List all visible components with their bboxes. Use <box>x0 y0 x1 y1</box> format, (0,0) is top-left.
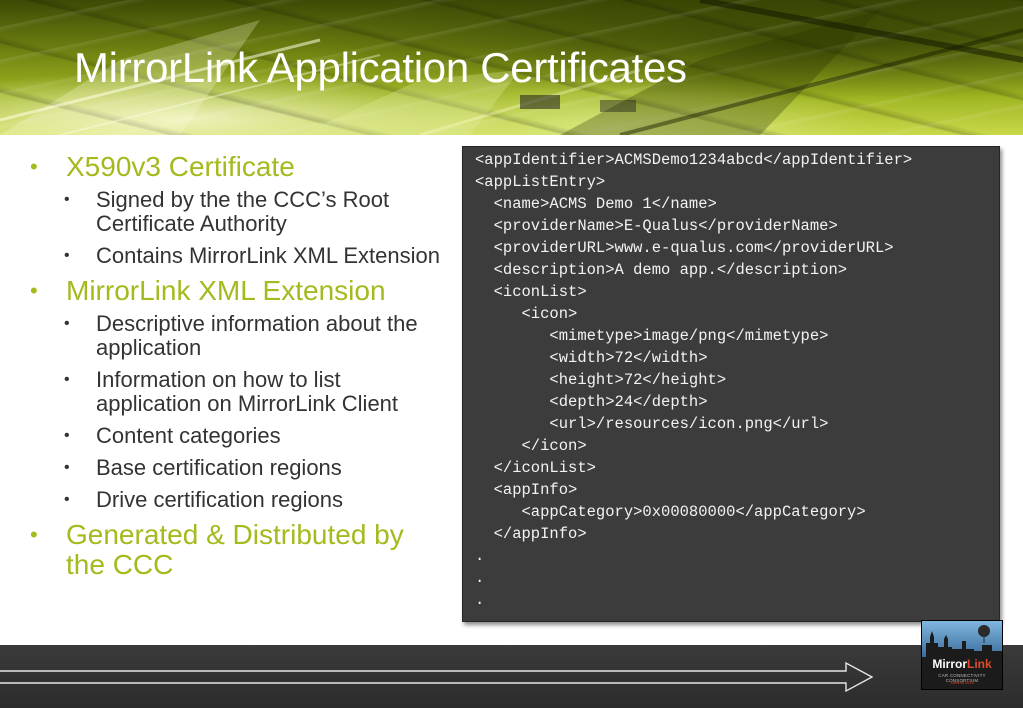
bullet-generated: • Generated & Distributed by the CCC <box>28 520 448 580</box>
sub-bullet-text: Signed by the the CCC’s Root Certificate… <box>96 187 390 236</box>
header-banner: MirrorLink Application Certificates <box>0 0 1023 135</box>
sub-bullet: • Base certification regions <box>28 456 448 480</box>
code-line: <iconList> <box>475 283 587 301</box>
sub-bullet-text: Drive certification regions <box>96 487 343 512</box>
bullet-text: MirrorLink XML Extension <box>66 275 386 306</box>
bullet-x590v3: • X590v3 Certificate <box>28 152 448 182</box>
code-line: <depth>24</depth> <box>475 393 708 411</box>
code-line: <mimetype>image/png</mimetype> <box>475 327 829 345</box>
sub-bullet-text: Contains MirrorLink XML Extension <box>96 243 440 268</box>
code-line: <appInfo> <box>475 481 578 499</box>
bullet-text: X590v3 Certificate <box>66 151 295 182</box>
code-line: </appInfo> <box>475 525 587 543</box>
sub-bullet-dot: • <box>64 315 70 332</box>
code-line: <providerURL>www.e-qualus.com</providerU… <box>475 239 894 257</box>
code-line: <url>/resources/icon.png</url> <box>475 415 829 433</box>
arrow-icon <box>0 661 874 693</box>
sub-bullet: • Drive certification regions <box>28 488 448 512</box>
skyline-icon <box>926 625 1002 657</box>
code-line: <appCategory>0x00080000</appCategory> <box>475 503 866 521</box>
sub-bullet-text: Content categories <box>96 423 281 448</box>
sub-bullet: • Contains MirrorLink XML Extension <box>28 244 448 268</box>
bullet-dot: • <box>30 154 38 179</box>
code-line: <height>72</height> <box>475 371 727 389</box>
sub-bullet-dot: • <box>64 191 70 208</box>
sub-bullet-dot: • <box>64 247 70 264</box>
logo-event: Summit 2013 <box>950 680 974 685</box>
bullet-list: • X590v3 Certificate • Signed by the the… <box>28 152 448 586</box>
code-line: . <box>475 569 485 587</box>
logo-wordmark: MirrorLink <box>922 657 1002 671</box>
sub-bullet: • Signed by the the CCC’s Root Certifica… <box>28 188 448 236</box>
sub-bullet: • Information on how to list application… <box>28 368 448 416</box>
bullet-text: Generated & Distributed by the CCC <box>66 519 404 580</box>
mirrorlink-logo: MirrorLink CAR CONNECTIVITY CONSORTIUM S… <box>921 620 1003 690</box>
footer-bar <box>0 645 1023 708</box>
code-line: <description>A demo app.</description> <box>475 261 848 279</box>
sub-bullet-dot: • <box>64 427 70 444</box>
logo-text-link: Link <box>967 657 992 671</box>
sub-bullet-text: Base certification regions <box>96 455 342 480</box>
code-line: <providerName>E-Qualus</providerName> <box>475 217 838 235</box>
sub-bullet-text: Information on how to list application o… <box>96 367 399 416</box>
xml-code-panel: <appIdentifier>ACMSDemo1234abcd</appIden… <box>462 146 1000 622</box>
code-line: <appIdentifier>ACMSDemo1234abcd</appIden… <box>475 151 913 169</box>
code-line: <name>ACMS Demo 1</name> <box>475 195 717 213</box>
bullet-dot: • <box>30 278 38 303</box>
sub-bullet-dot: • <box>64 371 70 388</box>
code-line: <icon> <box>475 305 578 323</box>
code-line: </iconList> <box>475 459 596 477</box>
slide-title: MirrorLink Application Certificates <box>74 44 687 91</box>
logo-text-mirror: Mirror <box>932 657 967 671</box>
sub-bullet: • Content categories <box>28 424 448 448</box>
code-line: </icon> <box>475 437 587 455</box>
sub-bullet: • Descriptive information about the appl… <box>28 312 448 360</box>
code-line: <appListEntry> <box>475 173 606 191</box>
code-line: <width>72</width> <box>475 349 708 367</box>
sub-bullet-dot: • <box>64 459 70 476</box>
code-line: . <box>475 591 485 609</box>
sub-bullet-text: Descriptive information about the applic… <box>96 311 418 360</box>
bullet-xml-extension: • MirrorLink XML Extension <box>28 276 448 306</box>
logo-skyline <box>922 621 1002 657</box>
sub-bullet-dot: • <box>64 491 70 508</box>
bullet-dot: • <box>30 522 38 547</box>
code-line: . <box>475 547 485 565</box>
